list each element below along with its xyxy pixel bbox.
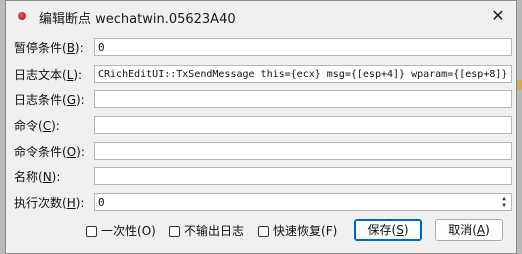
row-hit-count: 执行次数(H): 0 ▲ ▼ — [6, 193, 516, 213]
name-label: 名称(N): — [14, 170, 61, 184]
edit-breakpoint-dialog: 编辑断点 wechatwin.05623A40 ✕ 暂停条件(B): 0 日志文… — [5, 0, 517, 254]
dialog-title: 编辑断点 wechatwin.05623A40 — [39, 12, 236, 27]
row-break-condition: 暂停条件(B): 0 — [6, 38, 516, 58]
hit-count-value: 0 — [98, 196, 105, 209]
silent-checkbox[interactable]: 不输出日志 — [169, 222, 244, 239]
break-condition-input[interactable]: 0 — [94, 38, 512, 56]
title-bar: 编辑断点 wechatwin.05623A40 ✕ — [6, 1, 516, 33]
fast-resume-checkbox[interactable]: 快速恢复(F) — [258, 222, 337, 239]
log-condition-input[interactable] — [94, 90, 512, 108]
log-condition-label: 日志条件(G): — [14, 93, 85, 107]
cancel-button[interactable]: 取消(A) — [435, 219, 503, 241]
checkbox-box[interactable] — [258, 226, 269, 237]
background-window-edge-right — [517, 0, 522, 254]
command-condition-label: 命令条件(O): — [14, 145, 85, 159]
command-input[interactable] — [94, 116, 512, 134]
hit-count-input[interactable]: 0 ▲ ▼ — [94, 193, 512, 211]
command-label: 命令(C): — [14, 119, 60, 133]
checkbox-box[interactable] — [169, 226, 180, 237]
row-log-text: 日志文本(L): CRichEditUI::TxSendMessage this… — [6, 65, 516, 85]
row-command: 命令(C): — [6, 116, 516, 136]
log-text-input[interactable]: CRichEditUI::TxSendMessage this={ecx} ms… — [94, 65, 512, 83]
save-button[interactable]: 保存(S) — [354, 219, 422, 241]
command-condition-input[interactable] — [94, 142, 512, 160]
checkbox-box[interactable] — [86, 226, 97, 237]
spin-up-icon[interactable]: ▲ — [499, 195, 509, 202]
row-command-condition: 命令条件(O): — [6, 142, 516, 162]
options-bar: 一次性(O) 不输出日志 快速恢复(F) 保存(S) 取消(A) — [6, 219, 516, 241]
log-text-label: 日志文本(L): — [14, 68, 83, 82]
row-log-condition: 日志条件(G): — [6, 90, 516, 110]
row-name: 名称(N): — [6, 167, 516, 187]
one-time-checkbox[interactable]: 一次性(O) — [86, 222, 156, 239]
name-input[interactable] — [94, 167, 512, 185]
spin-down-icon[interactable]: ▼ — [499, 202, 509, 209]
app-icon — [18, 12, 26, 20]
hit-count-label: 执行次数(H): — [14, 196, 85, 210]
close-icon[interactable]: ✕ — [486, 4, 510, 28]
hit-count-spinner[interactable]: ▲ ▼ — [499, 195, 509, 209]
break-condition-label: 暂停条件(B): — [14, 41, 84, 55]
